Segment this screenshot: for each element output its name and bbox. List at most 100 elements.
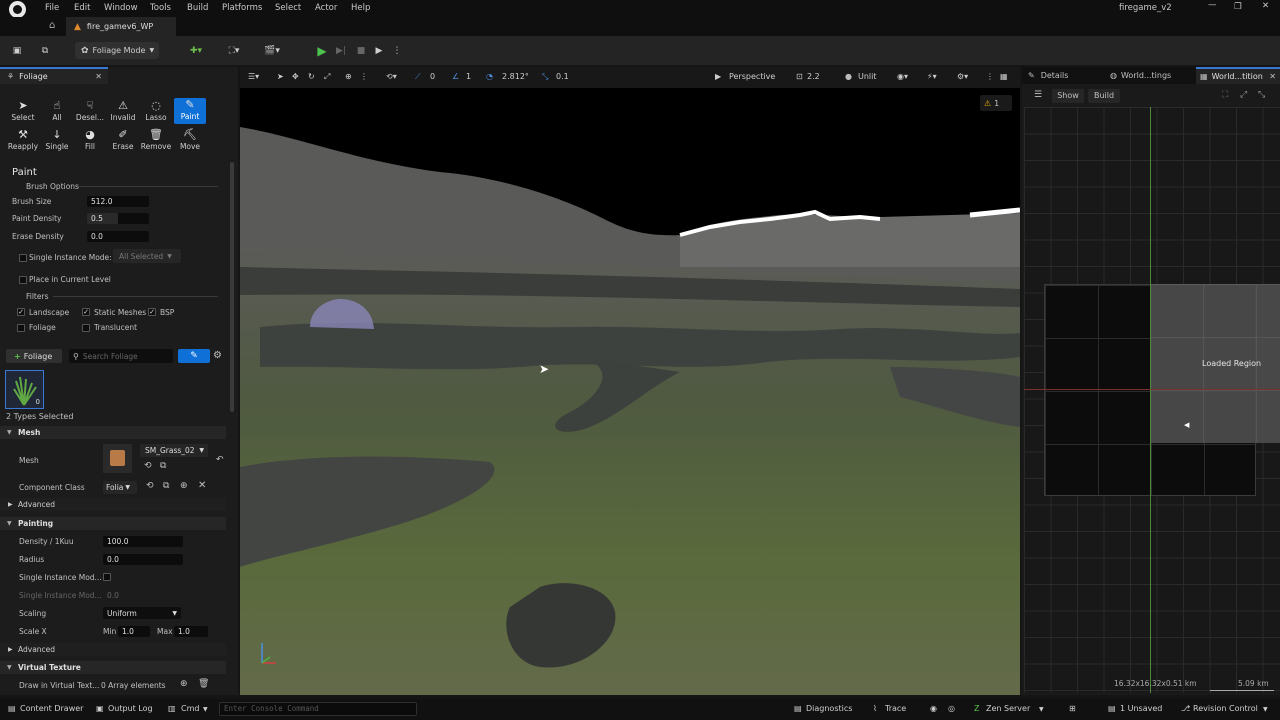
performance-icon[interactable]: ⚡▾	[927, 72, 937, 81]
scale-snap-icon[interactable]: ⤡	[542, 72, 548, 82]
add-class-icon[interactable]: ⊕	[180, 481, 188, 491]
add-content-icon[interactable]: ✚▾	[186, 42, 206, 59]
close-tab-icon[interactable]: ✕	[1269, 72, 1276, 81]
mesh-dropdown[interactable]: SM_Grass_02 ▼	[140, 444, 208, 457]
trace-dropdown[interactable]: Trace	[885, 704, 906, 713]
paint-density-field[interactable]: 0.5	[87, 213, 149, 224]
tool-paint[interactable]: ✎ Paint	[174, 98, 206, 124]
browse-asset-icon[interactable]: ⧉	[160, 461, 166, 471]
min-field[interactable]: 1.0	[118, 626, 150, 637]
expand-icon[interactable]: ⤡	[1258, 90, 1265, 100]
stop-button[interactable]: ■	[354, 42, 368, 59]
maximize-button[interactable]: ❐	[1234, 2, 1242, 12]
menu-platforms[interactable]: Platforms	[222, 3, 262, 13]
clear-icon[interactable]: ✕	[198, 480, 206, 491]
painting-section-header[interactable]: ▼ Painting	[0, 517, 226, 530]
cam-speed-value[interactable]: 2.812°	[502, 72, 529, 81]
place-current-checkbox[interactable]	[19, 276, 27, 284]
tool-move[interactable]: ⛏ Move	[174, 128, 206, 154]
world-coord-icon[interactable]: ⊕	[345, 72, 352, 81]
filter-translucent-checkbox[interactable]	[82, 324, 90, 332]
virtual-texture-section-header[interactable]: ▼ Virtual Texture	[0, 661, 226, 674]
tool-select[interactable]: ➤ Select	[7, 99, 39, 125]
reset-arrow-icon[interactable]: ↶	[216, 455, 224, 465]
tool-invalid[interactable]: ⚠ Invalid	[107, 99, 139, 125]
tool-remove[interactable]: 🗑 Remove	[140, 128, 172, 154]
grid-snap-value[interactable]: 0	[430, 72, 435, 81]
close-window-button[interactable]: ✕	[1262, 1, 1269, 11]
minimize-button[interactable]: —	[1208, 0, 1217, 10]
unreal-logo-icon[interactable]	[9, 1, 26, 18]
save-icon[interactable]: ▣	[10, 42, 24, 59]
menu-file[interactable]: File	[45, 3, 59, 13]
trash-icon[interactable]: 🗑	[198, 679, 209, 689]
scaling-dropdown[interactable]: Uniform ▼	[103, 607, 181, 619]
scale-icon[interactable]: ⤢	[324, 72, 330, 82]
menu-actor[interactable]: Actor	[315, 3, 337, 13]
translate-icon[interactable]: ✥	[292, 72, 299, 81]
rotate-icon[interactable]: ↻	[308, 72, 315, 81]
content-drawer-button[interactable]: Content Drawer	[20, 704, 83, 713]
search-foliage-input[interactable]: ⚲ Search Foliage	[69, 349, 173, 363]
output-log-button[interactable]: Output Log	[108, 704, 153, 713]
hamburger-icon[interactable]: ☰	[1034, 90, 1042, 100]
build-button[interactable]: Build	[1088, 89, 1120, 103]
blueprint-icon[interactable]: ⛶▾	[223, 42, 245, 59]
advanced-row[interactable]: ▶ Advanced	[0, 498, 226, 511]
advanced-row-2[interactable]: ▶ Advanced	[0, 643, 226, 656]
scale-snap-value[interactable]: 0.1	[556, 72, 569, 81]
single-instance-checkbox[interactable]	[19, 254, 27, 262]
panel-scrollbar[interactable]	[230, 162, 234, 412]
menu-edit[interactable]: Edit	[74, 3, 90, 13]
tool-single[interactable]: ↓ Single	[41, 128, 73, 154]
level-viewport[interactable]: ☰▾ ➤ ✥ ↻ ⤢ ⊕ ⋮ ⟲▾ ⟋ 0 ∠ 1 ◔ 2.812° ⤡ 0.1…	[240, 67, 1020, 695]
fov-value[interactable]: 2.2	[807, 72, 820, 81]
radius-field[interactable]: 0.0	[103, 554, 183, 565]
settings-gear-icon[interactable]: ⚙	[213, 350, 222, 361]
lit-mode-icon[interactable]: ●	[845, 72, 852, 81]
focus-icon[interactable]: ⛶	[1222, 90, 1228, 100]
more-icon[interactable]: ⋮	[986, 72, 994, 81]
tool-fill[interactable]: ◕ Fill	[74, 128, 106, 154]
camera-shot-icon[interactable]: ◎	[948, 704, 955, 713]
menu-window[interactable]: Window	[104, 3, 138, 13]
use-selected-icon[interactable]: ⟲	[144, 461, 152, 471]
console-input[interactable]: Enter Console Command	[219, 702, 417, 716]
menu-select[interactable]: Select	[275, 3, 301, 13]
cinematics-icon[interactable]: 🎬▾	[260, 42, 284, 59]
tool-deselect[interactable]: ☟ Desel...	[74, 99, 106, 125]
level-tab[interactable]: ▲ fire_gamev6_WP	[66, 17, 176, 36]
close-tab-icon[interactable]: ✕	[95, 72, 102, 81]
details-tab[interactable]: ✎ Details	[1022, 67, 1102, 84]
viewport-options-icon[interactable]: ☰▾	[248, 72, 259, 81]
add-foliage-button[interactable]: + Foliage	[6, 349, 62, 363]
erase-density-field[interactable]: 0.0	[87, 231, 149, 242]
browse-icon[interactable]: ⧉	[38, 42, 52, 59]
mode-dropdown[interactable]: ✿ Foliage Mode ▼	[75, 42, 159, 59]
menu-help[interactable]: Help	[351, 3, 370, 13]
menu-tools[interactable]: Tools	[150, 3, 171, 13]
filter-bsp-checkbox[interactable]: ✓	[148, 308, 156, 316]
surface-snap-icon[interactable]: ⋮	[360, 72, 368, 81]
home-icon[interactable]: ⌂	[49, 20, 55, 31]
snap-icon[interactable]: ⟲▾	[386, 72, 397, 81]
record-icon[interactable]: ◉	[930, 704, 937, 713]
diagnostics-button[interactable]: Diagnostics	[806, 704, 852, 713]
filter-foliage-checkbox[interactable]	[17, 324, 25, 332]
brush-size-field[interactable]: 512.0	[87, 196, 149, 207]
play-button[interactable]: ▶	[314, 42, 330, 59]
select-mode-icon[interactable]: ➤	[277, 72, 284, 81]
settings-icon[interactable]: ⚙▾	[957, 72, 968, 81]
fov-icon[interactable]: ⊡	[796, 72, 803, 81]
unsaved-button[interactable]: 1 Unsaved	[1120, 704, 1162, 713]
tool-erase[interactable]: ✐ Erase	[107, 128, 139, 154]
step-button[interactable]: ▶|	[334, 42, 348, 59]
fit-icon[interactable]: ⤢	[1240, 90, 1247, 100]
perspective-dropdown[interactable]: Perspective	[729, 72, 775, 81]
zen-server-button[interactable]: Zen Server	[986, 704, 1030, 713]
camera-icon[interactable]: ▶	[715, 72, 721, 81]
filter-static-checkbox[interactable]: ✓	[82, 308, 90, 316]
tool-all[interactable]: ☝ All	[41, 99, 73, 125]
single-instance-dropdown[interactable]: All Selected ▼	[113, 249, 181, 263]
rot-snap-value[interactable]: 1	[466, 72, 471, 81]
